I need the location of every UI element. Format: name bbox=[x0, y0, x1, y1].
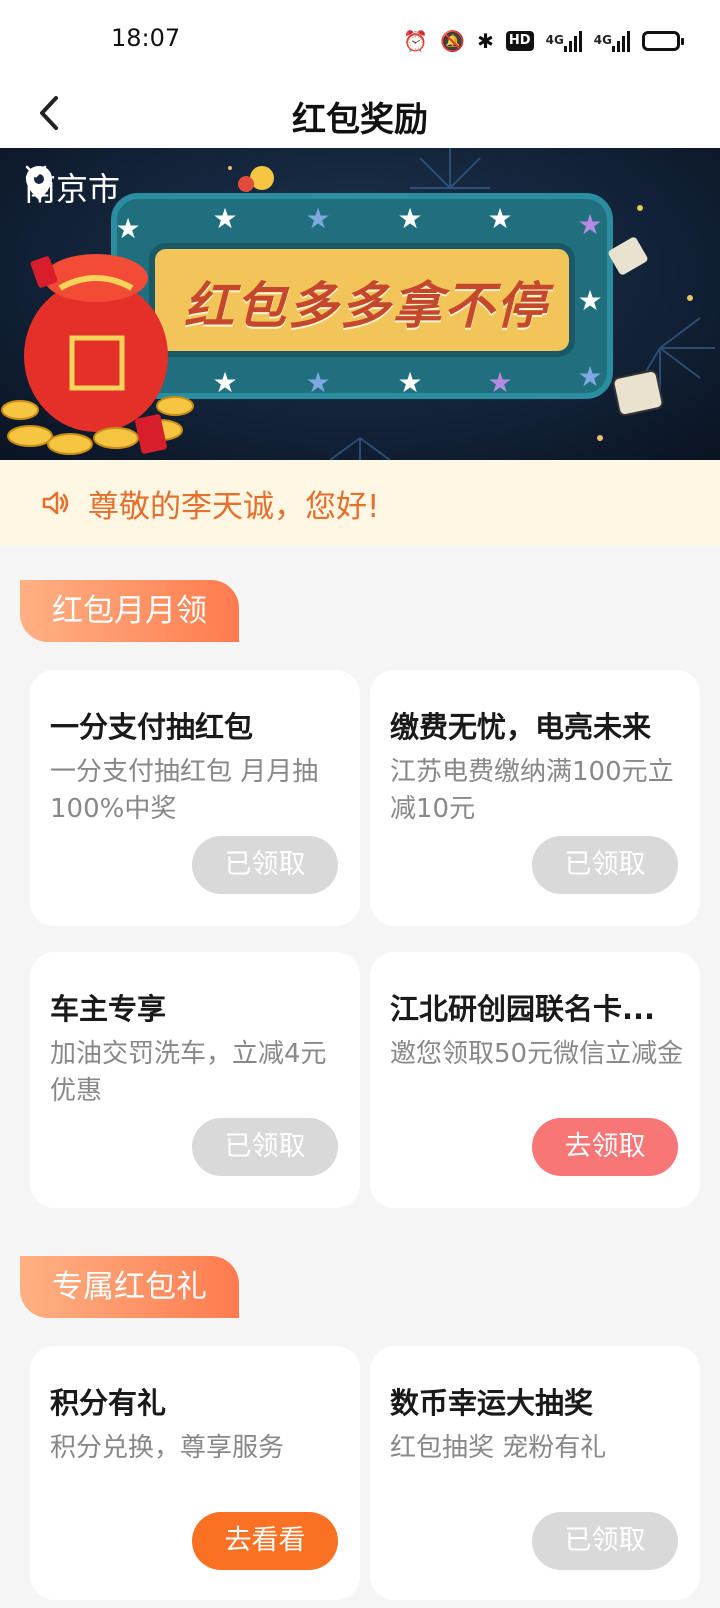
card-title: 积分有礼 bbox=[50, 1386, 167, 1420]
reward-card[interactable]: 积分有礼 积分兑换，尊享服务 去看看 bbox=[30, 1346, 360, 1600]
view-button[interactable]: 去看看 bbox=[192, 1512, 338, 1570]
bluetooth-icon: ✱ bbox=[477, 29, 494, 53]
card-desc: 红包抽奖 宠粉有礼 bbox=[390, 1433, 607, 1463]
mute-icon: 🔕 bbox=[440, 29, 466, 53]
nav-bar: 红包奖励 bbox=[0, 80, 720, 148]
svg-text:★: ★ bbox=[305, 366, 330, 399]
reward-card[interactable]: 车主专享 加油交罚洗车，立减4元优惠 已领取 bbox=[30, 952, 360, 1208]
card-desc: 邀您领取50元微信立减金 bbox=[390, 1039, 684, 1069]
greeting-text: 尊敬的李天诚，您好! bbox=[88, 488, 380, 525]
claimed-button[interactable]: 已领取 bbox=[532, 1512, 678, 1570]
alarm-icon: ⏰ bbox=[403, 29, 429, 53]
status-time: 18:07 bbox=[111, 24, 181, 52]
svg-text:★: ★ bbox=[487, 202, 512, 235]
reward-card[interactable]: 一分支付抽红包 一分支付抽红包 月月抽100%中奖 已领取 bbox=[30, 670, 360, 926]
section-tag-monthly: 红包月月领 bbox=[20, 580, 239, 642]
svg-text:★: ★ bbox=[397, 366, 422, 399]
svg-text:★: ★ bbox=[212, 202, 237, 235]
card-title: 缴费无忧，电亮未来 bbox=[390, 710, 652, 744]
svg-text:★: ★ bbox=[487, 366, 512, 399]
claimed-button[interactable]: 已领取 bbox=[192, 836, 338, 894]
card-title: 江北研创园联名卡... bbox=[390, 992, 656, 1026]
reward-card[interactable]: 江北研创园联名卡... 邀您领取50元微信立减金 去领取 bbox=[370, 952, 700, 1208]
speaker-icon bbox=[42, 491, 69, 515]
signal-icon-2: 4G bbox=[594, 30, 630, 52]
svg-text:★: ★ bbox=[115, 212, 140, 245]
banner-slogan: 红包多多拿不停 bbox=[184, 277, 548, 335]
card-desc: 一分支付抽红包 月月抽100%中奖 bbox=[50, 757, 319, 824]
svg-text:★: ★ bbox=[577, 208, 602, 241]
chevron-down-icon bbox=[25, 165, 47, 178]
promo-banner[interactable]: ★ ★ ★ ★ ★ ★ ★ ★ ★ ★ ★ ★ 红包多多拿不停 南京市 bbox=[0, 148, 720, 460]
hd-icon: HD bbox=[505, 31, 534, 51]
claimed-button[interactable]: 已领取 bbox=[532, 836, 678, 894]
card-title: 一分支付抽红包 bbox=[50, 710, 254, 744]
card-desc: 江苏电费缴纳满100元立减10元 bbox=[390, 757, 674, 824]
svg-text:★: ★ bbox=[397, 202, 422, 235]
status-icons: ⏰ 🔕 ✱ HD 4G 4G bbox=[403, 26, 684, 56]
svg-text:★: ★ bbox=[577, 360, 602, 393]
svg-text:★: ★ bbox=[305, 202, 330, 235]
reward-card[interactable]: 数币幸运大抽奖 红包抽奖 宠粉有礼 已领取 bbox=[370, 1346, 700, 1600]
greeting-notice: 尊敬的李天诚，您好! bbox=[0, 460, 720, 546]
signal-icon-1: 4G bbox=[546, 30, 582, 52]
svg-text:★: ★ bbox=[212, 366, 237, 399]
card-desc: 积分兑换，尊享服务 bbox=[50, 1433, 285, 1463]
svg-text:★: ★ bbox=[577, 284, 602, 317]
claim-button[interactable]: 去领取 bbox=[532, 1118, 678, 1176]
status-bar: 18:07 ⏰ 🔕 ✱ HD 4G 4G bbox=[0, 0, 720, 80]
card-title: 车主专享 bbox=[50, 992, 167, 1026]
battery-icon bbox=[642, 31, 684, 51]
reward-card[interactable]: 缴费无忧，电亮未来 江苏电费缴纳满100元立减10元 已领取 bbox=[370, 670, 700, 926]
section-tag-exclusive: 专属红包礼 bbox=[20, 1256, 239, 1318]
claimed-button[interactable]: 已领取 bbox=[192, 1118, 338, 1176]
card-desc: 加油交罚洗车，立减4元优惠 bbox=[50, 1039, 327, 1106]
page-title: 红包奖励 bbox=[292, 100, 428, 140]
city-selector[interactable]: 南京市 bbox=[24, 164, 120, 210]
card-title: 数币幸运大抽奖 bbox=[390, 1386, 594, 1420]
